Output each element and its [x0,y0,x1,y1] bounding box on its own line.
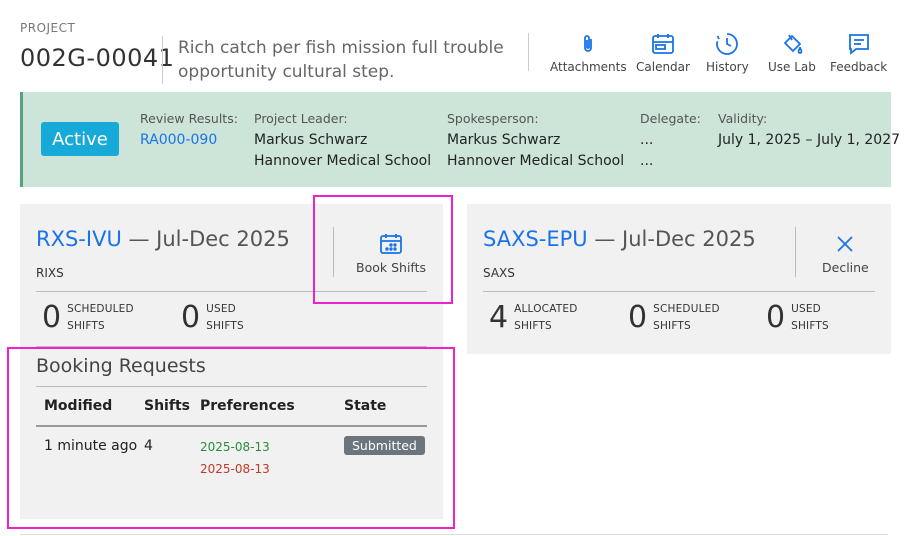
stat-value: 0 [628,300,648,335]
feedback-button[interactable]: Feedback [830,32,887,76]
project-id: 002G-00041 [20,44,175,72]
state-badge: Submitted [344,436,425,455]
feedback-icon [848,34,869,55]
stat-label: ALLOCATED SHIFTS [514,302,578,332]
project-title: Rich catch per fish mission full trouble… [178,38,504,82]
table-header-rule [36,425,427,427]
delegate-name: ... [640,132,654,148]
stat-value: 4 [489,300,509,335]
stat-label: SCHEDULED SHIFTS [653,302,720,332]
validity-field: Validity: July 1, 2025 – July 1, 2027 [718,111,900,148]
row-preference-2: 2025-08-13 [200,462,270,476]
beamline-code-link[interactable]: RXS-IVU [36,227,122,251]
close-icon [837,236,854,252]
calendar-book-icon [380,234,402,254]
spokesperson-org: Hannover Medical School [447,153,625,169]
history-icon [716,33,739,55]
card-stats-divider [483,291,875,292]
validity-value: July 1, 2025 – July 1, 2027 [718,132,901,148]
card-stats-divider [36,291,427,292]
review-results-label: Review Results: [140,111,238,126]
card-action-divider [795,227,796,277]
column-header-state: State [344,398,387,414]
project-leader-label: Project Leader: [254,111,348,126]
project-leader-field: Project Leader: Markus Schwarz Hannover … [254,111,431,169]
row-modified: 1 minute ago [44,438,138,454]
scheduled-shifts-stat: 0 SCHEDULED SHIFTS [42,300,134,335]
paperclip-icon [584,35,593,52]
table-top-rule [36,386,427,387]
toolbar-divider [528,33,529,71]
allocated-shifts-stat: 4 ALLOCATED SHIFTS [489,300,578,335]
used-shifts-stat: 0 USED SHIFTS [181,300,244,335]
review-results-field: Review Results: RA000-090 [140,111,238,148]
paint-bucket-icon [783,34,803,54]
stat-value: 0 [766,300,786,335]
stat-label: USED SHIFTS [791,302,829,332]
delegate-field: Delegate: ... ... [640,111,701,169]
delegate-org: ... [640,153,654,169]
use-lab-button[interactable]: Use Lab [768,32,816,76]
review-results-link[interactable]: RA000-090 [140,132,238,148]
calendar-label: Calendar [636,60,690,74]
card-period: — Jul-Dec 2025 [587,227,756,251]
stat-label: USED SHIFTS [206,302,244,332]
row-preference-1: 2025-08-13 [200,440,270,454]
beamline-code-link[interactable]: SAXS-EPU [483,227,588,251]
project-leader-org: Hannover Medical School [254,153,432,169]
calendar-button[interactable]: Calendar [636,32,690,76]
attachments-label: Attachments [550,60,627,74]
history-button[interactable]: History [706,32,749,76]
calendar-icon [652,34,674,54]
book-shifts-label: Book Shifts [356,260,427,275]
history-label: History [706,60,749,74]
column-header-shifts: Shifts [144,398,190,414]
row-shifts: 4 [144,438,153,454]
card-period: — Jul-Dec 2025 [121,227,290,251]
decline-label: Decline [822,260,869,275]
used-shifts-stat: 0 USED SHIFTS [766,300,829,335]
spokesperson-label: Spokesperson: [447,111,539,126]
column-header-preferences: Preferences [200,398,295,414]
feedback-label: Feedback [830,60,888,74]
status-badge: Active [41,122,119,156]
card-action-divider [333,227,334,277]
booking-requests-title: Booking Requests [36,355,206,377]
card-subtitle: RIXS [36,266,64,280]
spokesperson-name: Markus Schwarz [447,132,561,148]
project-status-band: Active Review Results: RA000-090 Project… [20,92,900,187]
decline-button[interactable]: Decline [822,232,869,275]
project-label: PROJECT [20,21,76,35]
stat-value: 0 [42,300,62,335]
book-shifts-button[interactable]: Book Shifts [356,232,426,275]
bottom-divider [20,534,888,535]
card-booking-divider [36,346,427,347]
spokesperson-field: Spokesperson: Markus Schwarz Hannover Me… [447,111,624,169]
card-title: SAXS-EPU — Jul-Dec 2025 [483,227,756,251]
attachments-button[interactable]: Attachments [550,32,627,76]
delegate-label: Delegate: [640,111,701,126]
card-subtitle: SAXS [483,266,515,280]
validity-label: Validity: [718,111,768,126]
scheduled-shifts-stat: 0 SCHEDULED SHIFTS [628,300,720,335]
card-title: RXS-IVU — Jul-Dec 2025 [36,227,290,251]
stat-value: 0 [181,300,201,335]
stat-label: SCHEDULED SHIFTS [67,302,134,332]
title-divider [162,36,163,84]
use-lab-label: Use Lab [768,60,816,74]
beamtime-card-saxs-epu: SAXS-EPU — Jul-Dec 2025 SAXS Decline 4 A… [467,204,891,354]
project-leader-name: Markus Schwarz [254,132,368,148]
column-header-modified: Modified [44,398,113,414]
